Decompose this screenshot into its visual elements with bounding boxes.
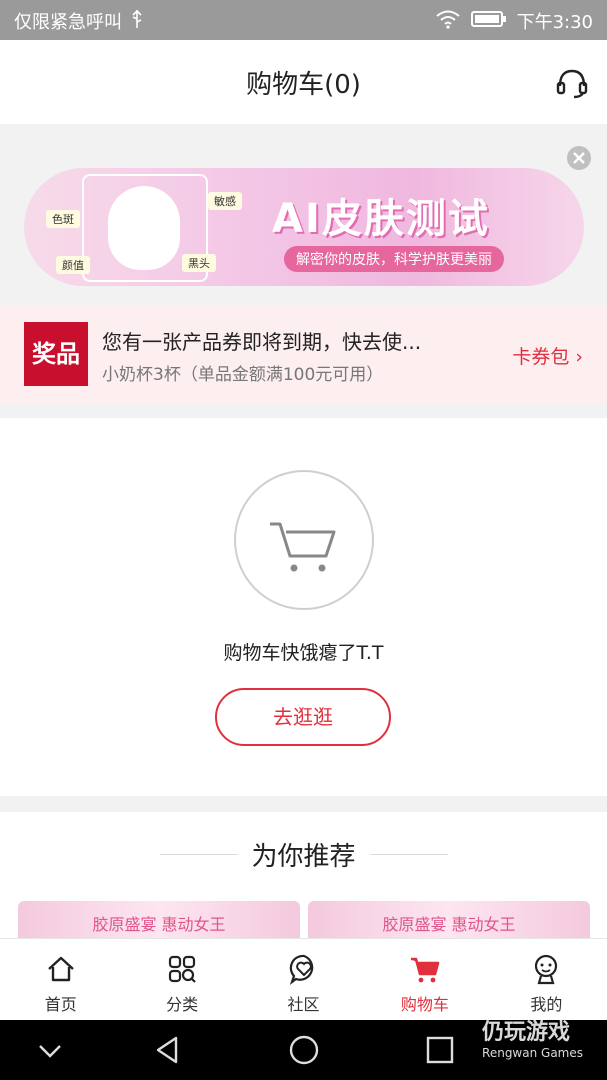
go-shopping-button[interactable]: 去逛逛 <box>215 688 391 746</box>
bottom-tab-bar: 首页 分类 社区 购物车 我的 <box>0 938 607 1020</box>
tab-cart[interactable]: 购物车 <box>364 939 485 1020</box>
empty-cart-message: 购物车快饿瘪了T.T <box>223 642 384 664</box>
tab-label: 首页 <box>44 995 77 1014</box>
cart-icon <box>410 957 440 983</box>
nav-hide-button[interactable] <box>34 1034 66 1066</box>
circle-icon <box>289 1035 319 1065</box>
square-icon <box>426 1036 454 1064</box>
banner-close-button[interactable] <box>567 146 591 170</box>
banner-subtitle: 解密你的皮肤，科学护肤更美丽 <box>284 246 504 272</box>
close-icon <box>573 152 585 164</box>
back-icon <box>156 1036 178 1064</box>
profile-icon <box>535 954 558 985</box>
status-bar: 仅限紧急呼叫 下午3:30 <box>0 0 607 40</box>
coupon-title: 您有一张产品券即将到期，快去使... <box>102 330 422 354</box>
face-illustration <box>108 186 180 270</box>
chevron-down-icon <box>39 1045 61 1058</box>
tab-category[interactable]: 分类 <box>121 939 242 1020</box>
tag-sensitive: 敏感 <box>208 192 242 210</box>
tab-home[interactable]: 首页 <box>0 939 121 1020</box>
battery-icon <box>470 10 507 33</box>
coupon-reminder[interactable]: 奖品 您有一张产品券即将到期，快去使... 小奶杯3杯（单品金额满100元可用）… <box>0 306 607 404</box>
category-icon <box>169 955 196 983</box>
watermark: 仍玩游戏 Rengwan Games <box>482 1014 583 1060</box>
tag-spots: 色斑 <box>46 210 80 228</box>
page-header: 购物车(0) <box>0 40 607 124</box>
nav-home-button[interactable] <box>288 1034 320 1066</box>
coupon-wallet-link[interactable]: 卡券包 › <box>512 342 583 369</box>
tag-blackhead: 黑头 <box>182 254 216 272</box>
watermark-subtitle: Rengwan Games <box>482 1046 583 1060</box>
recommend-title: 为你推荐 <box>251 842 356 872</box>
tab-label: 分类 <box>166 995 199 1014</box>
tab-label: 社区 <box>287 995 320 1014</box>
tag-appearance: 颜值 <box>56 256 90 274</box>
home-icon <box>47 956 74 982</box>
empty-cart-panel: 购物车快饿瘪了T.T 去逛逛 <box>0 418 607 796</box>
carrier-text: 仅限紧急呼叫 <box>14 12 122 33</box>
usb-icon <box>130 9 144 34</box>
recommend-card-text: 胶原盛宴 惠动女王 <box>382 915 516 934</box>
ai-skin-test-banner-area: 色斑 颜值 敏感 黑头 AI皮肤测试 解密你的皮肤，科学护肤更美丽 <box>0 124 607 306</box>
divider <box>370 854 448 855</box>
tab-profile[interactable]: 我的 <box>486 939 607 1020</box>
tab-label: 我的 <box>530 995 563 1014</box>
recommend-card-text: 胶原盛宴 惠动女王 <box>92 915 226 934</box>
community-icon <box>289 954 313 985</box>
wifi-icon <box>435 9 461 34</box>
cart-icon <box>270 522 336 572</box>
empty-cart-illustration <box>234 470 374 610</box>
tab-community[interactable]: 社区 <box>243 939 364 1020</box>
tab-label: 购物车 <box>400 995 449 1014</box>
coupon-subtitle: 小奶杯3杯（单品金额满100元可用） <box>102 365 384 385</box>
prize-logo: 奖品 <box>24 322 88 386</box>
watermark-title: 仍玩游戏 <box>482 1020 571 1045</box>
ai-skin-test-banner[interactable]: 色斑 颜值 敏感 黑头 AI皮肤测试 解密你的皮肤，科学护肤更美丽 <box>24 168 584 286</box>
banner-title: AI皮肤测试 <box>272 196 490 242</box>
nav-back-button[interactable] <box>152 1034 184 1066</box>
clock-text: 下午3:30 <box>516 12 593 33</box>
nav-recents-button[interactable] <box>424 1034 456 1066</box>
customer-service-icon[interactable] <box>555 66 589 100</box>
recommend-section: 为你推荐 胶原盛宴 惠动女王 胶原盛宴 惠动女王 <box>0 812 607 949</box>
page-title: 购物车(0) <box>246 70 361 100</box>
